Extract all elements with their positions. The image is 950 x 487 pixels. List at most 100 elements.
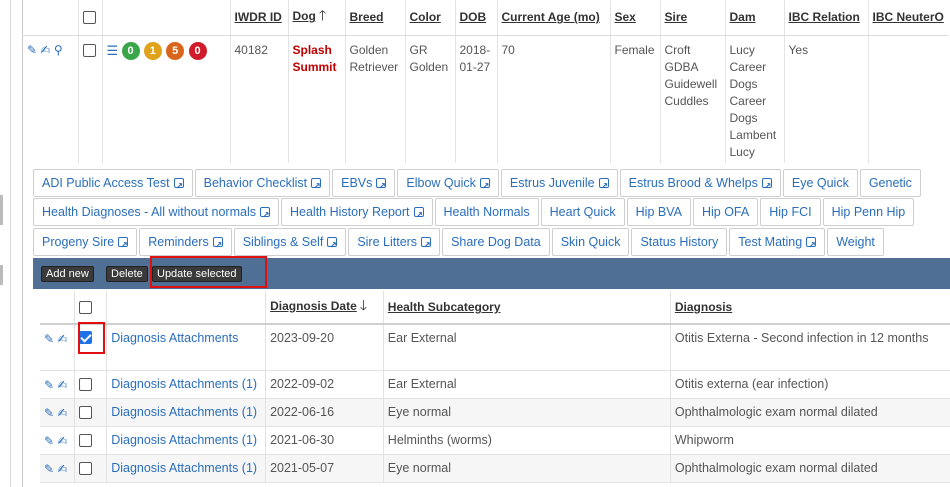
tab-skin-quick[interactable]: Skin Quick (551, 228, 630, 256)
edit-square-icon[interactable]: ✍ (58, 333, 68, 345)
col-ibc-relation[interactable]: IBC Relation (783, 0, 868, 36)
diagnosis-attachments-link[interactable]: Diagnosis Attachments (1) (106, 398, 267, 427)
row-checkbox[interactable] (79, 378, 93, 392)
dob-cell: 2018- 01-27 (454, 35, 497, 163)
diagnosis-attachments-link[interactable]: Diagnosis Attachments (1) (106, 454, 267, 483)
dam-cell: Lucy Career Dogs Career Dogs Lambent Luc… (724, 35, 784, 163)
tab-behavior-checklist[interactable]: Behavior Checklist (194, 169, 331, 199)
tab-share-dog-data[interactable]: Share Dog Data (442, 228, 550, 256)
sex-cell: Female (609, 35, 660, 163)
table-row: ✎ ✍ Diagnosis Attachments (1) 2022-06-16… (40, 398, 950, 427)
list-icon[interactable]: ☰ (107, 44, 119, 57)
row-checkbox[interactable] (82, 43, 96, 57)
edit-pencil-icon[interactable]: ✎ (44, 407, 54, 419)
col-health-subcategory[interactable]: Health Subcategory (383, 291, 671, 325)
tab-hip-bva[interactable]: Hip BVA (626, 198, 691, 226)
edit-square-icon[interactable]: ✍ (40, 44, 50, 56)
edit-square-icon[interactable]: ✍ (58, 407, 68, 419)
edit-square-icon[interactable]: ✍ (58, 379, 68, 391)
delete-button[interactable]: Delete (106, 266, 148, 282)
row-actions: ✎ ✍ (40, 324, 76, 371)
badge-orange[interactable]: 5 (166, 41, 185, 60)
edit-pencil-icon[interactable]: ✎ (27, 44, 37, 56)
tab-hip-fci[interactable]: Hip FCI (760, 198, 821, 226)
sire-line: GDBA (664, 59, 699, 74)
col-sire[interactable]: Sire (659, 0, 725, 36)
col-ibc-neutero[interactable]: IBC NeuterO (867, 0, 948, 36)
tab-genetic[interactable]: Genetic (859, 169, 921, 197)
tab-elbow-quick[interactable]: Elbow Quick (397, 169, 499, 199)
col-dog[interactable]: Dog 🡑 (287, 0, 345, 36)
tab-health-normals[interactable]: Health Normals (434, 198, 539, 226)
tab-heart-quick[interactable]: Heart Quick (540, 198, 625, 226)
select-all-checkbox[interactable] (82, 11, 96, 25)
tab-hip-ofa[interactable]: Hip OFA (692, 198, 759, 226)
edit-pencil-icon[interactable]: ✎ (44, 379, 54, 391)
select-all-header (77, 0, 102, 36)
tab-label: Skin Quick (560, 235, 621, 249)
tab-hip-penn-hip[interactable]: Hip Penn Hip (822, 198, 915, 226)
col-diagnosis-date[interactable]: Diagnosis Date 🡓 (265, 291, 384, 325)
row-actions: ✎ ✍ (40, 454, 76, 483)
diagnosis-attachments-link[interactable]: Diagnosis Attachments (106, 324, 267, 371)
tab-estrus-juvenile[interactable]: Estrus Juvenile (500, 169, 618, 199)
diagnosis-attachments-link[interactable]: Diagnosis Attachments (1) (106, 370, 267, 399)
tab-health-history-report[interactable]: Health History Report (281, 198, 433, 228)
col-current-age[interactable]: Current Age (mo) (496, 0, 610, 36)
dog-name-line2[interactable]: Summit (293, 59, 341, 76)
dog-table-header: IWDR ID Dog 🡑 Breed Color DOB Current Age… (22, 0, 948, 36)
row-checkbox[interactable] (79, 462, 93, 476)
tab-label: Heart Quick (549, 205, 616, 219)
tab-label: Genetic (868, 176, 912, 190)
row-select (74, 426, 108, 455)
add-new-button[interactable]: Add new (41, 266, 94, 282)
left-panel-scrollbar[interactable] (0, 195, 3, 225)
tab-health-diagnoses[interactable]: Health Diagnoses - All without normals (33, 198, 279, 228)
external-link-icon (212, 232, 223, 258)
edit-pencil-icon[interactable]: ✎ (44, 333, 54, 345)
color-cell: GR Golden (404, 35, 455, 163)
dam-line: Dogs (729, 110, 758, 125)
tab-siblings-self[interactable]: Siblings & Self (233, 228, 347, 258)
edit-square-icon[interactable]: ✍ (58, 435, 68, 447)
col-diagnosis[interactable]: Diagnosis (670, 291, 950, 325)
breed-cell: Golden Retriever (344, 35, 405, 163)
col-dob[interactable]: DOB (454, 0, 497, 36)
col-dam[interactable]: Dam (724, 0, 784, 36)
grid-attachments-header (106, 291, 267, 325)
col-breed[interactable]: Breed (344, 0, 405, 36)
health-subcategory: Eye normal (383, 398, 671, 427)
edit-pencil-icon[interactable]: ✎ (44, 435, 54, 447)
tab-test-mating[interactable]: Test Mating (729, 228, 826, 258)
badge-green[interactable]: 0 (121, 41, 140, 60)
tab-label: EBVs (341, 176, 373, 190)
tab-adi-public-access-test[interactable]: ADI Public Access Test (33, 169, 193, 199)
diagnosis-date: 2023-09-20 (265, 324, 384, 371)
tab-ebvs[interactable]: EBVs (332, 169, 396, 199)
dog-name-line1[interactable]: Splash (293, 42, 341, 59)
left-panel-scrollbar-lower[interactable] (0, 265, 3, 285)
color-line2: Golden (409, 59, 449, 74)
tab-reminders[interactable]: Reminders (139, 228, 232, 258)
diagnosis-attachments-link[interactable]: Diagnosis Attachments (1) (106, 426, 267, 455)
tab-eye-quick[interactable]: Eye Quick (782, 169, 858, 197)
col-sex[interactable]: Sex (609, 0, 660, 36)
edit-square-icon[interactable]: ✍ (58, 463, 68, 475)
diagnosis: Otitis externa (ear infection) (670, 370, 950, 399)
badge-red[interactable]: 0 (188, 41, 207, 60)
row-checkbox[interactable] (79, 406, 93, 420)
search-icon[interactable]: ⚲ (54, 44, 63, 56)
col-color[interactable]: Color (404, 0, 455, 36)
tab-estrus-brood-whelps[interactable]: Estrus Brood & Whelps (619, 169, 781, 199)
dog-name-cell[interactable]: Splash Summit (287, 35, 345, 163)
tab-progeny-sire[interactable]: Progeny Sire (33, 228, 138, 258)
tab-status-history[interactable]: Status History (631, 228, 728, 256)
health-subcategory: Ear External (383, 370, 671, 399)
tab-weight[interactable]: Weight (827, 228, 884, 256)
tab-sire-litters[interactable]: Sire Litters (348, 228, 441, 258)
grid-select-all-checkbox[interactable] (79, 301, 93, 315)
col-iwdr-id[interactable]: IWDR ID (229, 0, 288, 36)
badge-yellow[interactable]: 1 (143, 41, 162, 60)
edit-pencil-icon[interactable]: ✎ (44, 463, 54, 475)
row-checkbox[interactable] (79, 434, 93, 448)
